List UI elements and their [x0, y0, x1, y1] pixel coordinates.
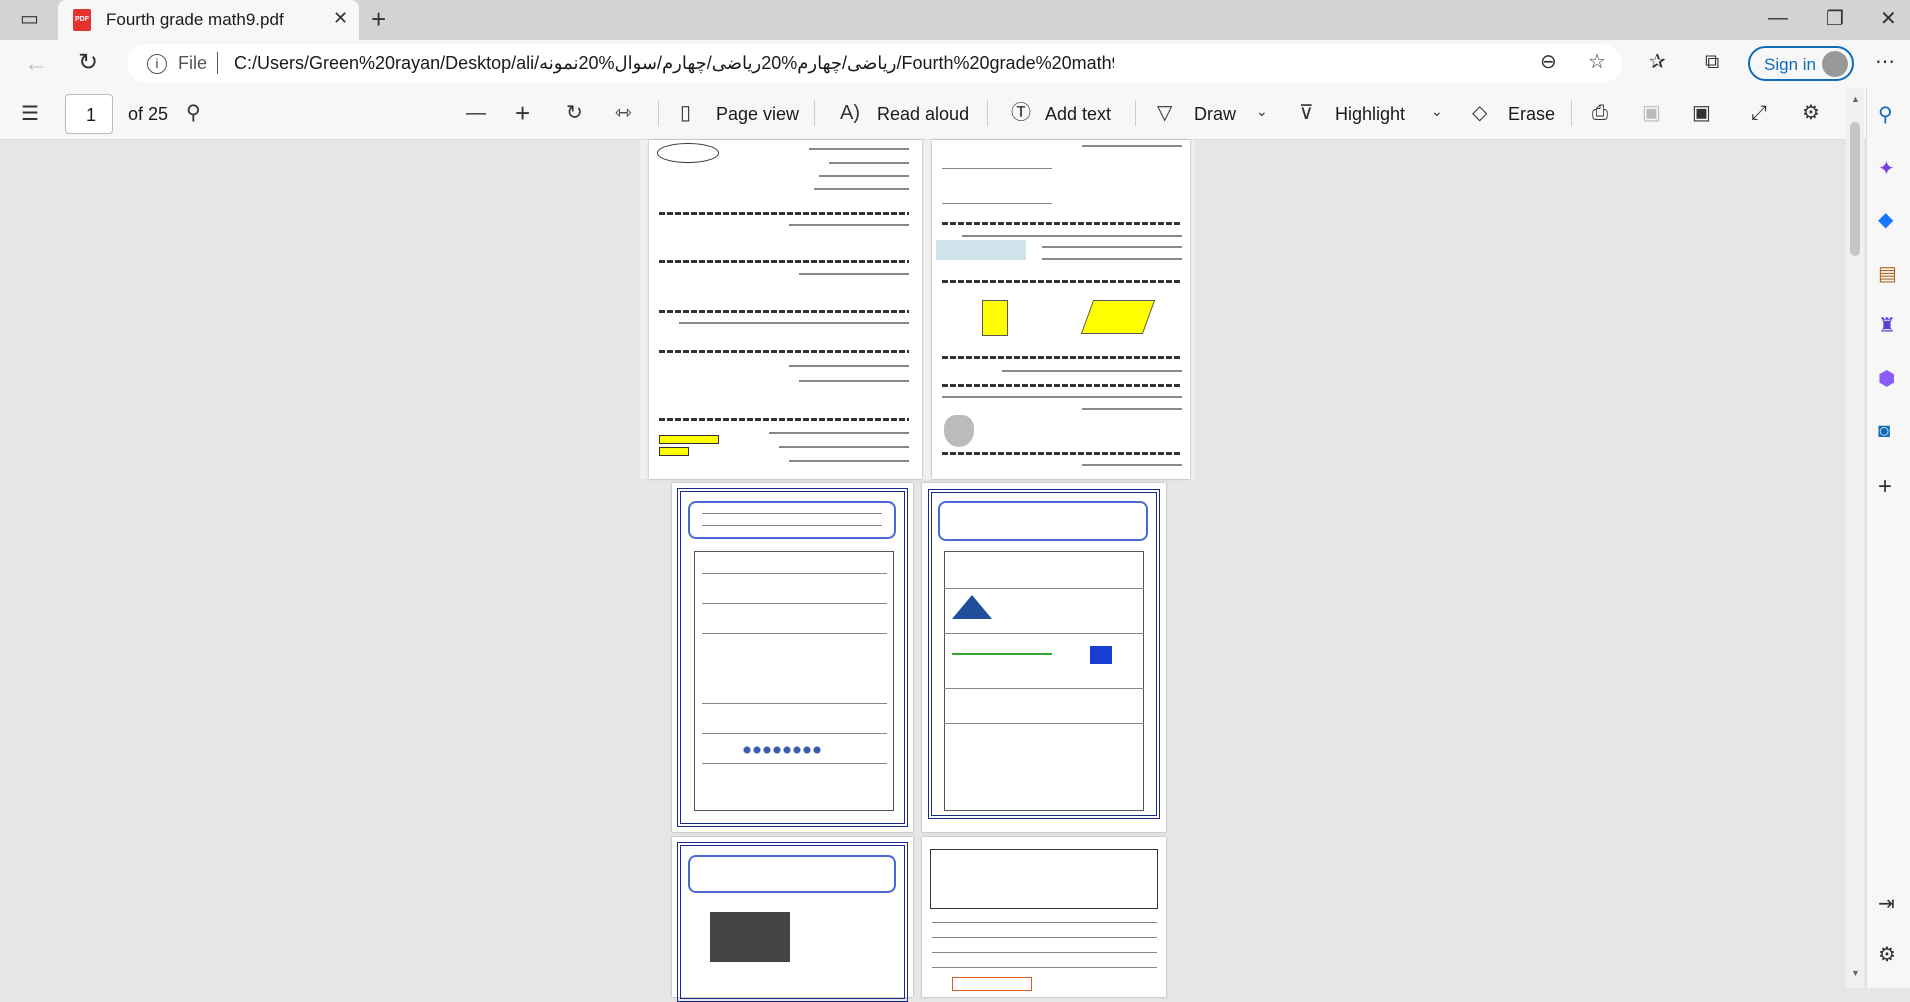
contents-icon[interactable]: ☰ [21, 104, 39, 124]
page-number-input[interactable]: 1 [65, 94, 113, 134]
scrollbar-thumb[interactable] [1850, 122, 1860, 256]
read-aloud-icon[interactable]: A) [840, 103, 860, 123]
page-count: of 25 [128, 104, 169, 124]
sidebar-settings-icon[interactable]: ⚙ [1878, 945, 1896, 965]
divider [217, 52, 218, 74]
yellow-bar [659, 435, 719, 444]
blue-grid [1090, 646, 1112, 664]
add-text-button[interactable]: Add text [1045, 104, 1111, 125]
ruler-image [936, 240, 1026, 260]
collections-icon[interactable]: ⧉ [1705, 52, 1719, 72]
bag-image [944, 415, 974, 447]
scrollbar[interactable]: ▲ ▼ [1846, 88, 1864, 988]
yellow-bar [659, 447, 689, 456]
fit-width-icon[interactable]: ⇿ [615, 103, 632, 123]
games-icon[interactable]: ♜ [1878, 316, 1896, 336]
shopping-icon[interactable]: ◆ [1878, 210, 1893, 230]
page-number: 1 [86, 105, 97, 125]
zoom-in-icon[interactable]: + [515, 100, 530, 126]
print-icon[interactable]: ⎙ [1592, 103, 1608, 123]
save-as-icon[interactable]: ▣ [1692, 103, 1711, 123]
scroll-up-icon[interactable]: ▲ [1851, 94, 1860, 104]
search-icon[interactable]: ⚲ [186, 103, 201, 123]
pdf-icon: PDF [73, 9, 91, 31]
highlight-button[interactable]: Highlight [1335, 104, 1405, 125]
more-icon[interactable]: ⋯ [1875, 52, 1895, 72]
pdf-page-3[interactable] [672, 483, 913, 832]
page-view-button[interactable]: Page view [716, 104, 799, 125]
pdf-page-2[interactable] [932, 140, 1190, 479]
number-oval [657, 143, 719, 163]
page-view-icon[interactable]: ▯ [680, 103, 691, 123]
read-aloud-button[interactable]: Read aloud [877, 104, 969, 125]
pdf-page-6[interactable] [922, 837, 1166, 997]
refresh-icon[interactable]: ↻ [78, 51, 98, 75]
file-label: File [178, 53, 208, 73]
copilot-icon[interactable]: ✦ [1878, 159, 1895, 179]
tab-title: Fourth grade math9.pdf [106, 10, 284, 29]
pdf-page-1[interactable] [649, 140, 922, 479]
zoom-out-icon[interactable]: — [466, 103, 486, 123]
draw-button[interactable]: Draw [1194, 104, 1236, 125]
divider [987, 100, 988, 126]
tools-icon[interactable]: ▤ [1878, 264, 1897, 284]
favorite-add-icon[interactable]: ☆ [1588, 52, 1606, 72]
close-window-icon[interactable]: ✕ [1880, 9, 1897, 29]
yellow-shape [982, 300, 1008, 336]
save-icon[interactable]: ▣ [1642, 103, 1661, 123]
settings-icon[interactable]: ⚙ [1802, 103, 1820, 123]
close-tab-icon[interactable]: ✕ [333, 9, 348, 27]
minimize-icon[interactable]: — [1768, 8, 1788, 28]
chevron-down-icon[interactable]: ⌄ [1431, 104, 1443, 118]
divider [658, 100, 659, 126]
avatar [1822, 51, 1848, 77]
add-text-icon[interactable]: Ⓣ [1011, 103, 1031, 123]
triangle [952, 595, 992, 619]
rotate-icon[interactable]: ↻ [566, 103, 583, 123]
outlook-icon[interactable]: ◙ [1878, 421, 1890, 441]
info-icon[interactable]: i [147, 54, 167, 74]
erase-button[interactable]: Erase [1508, 104, 1555, 125]
add-sidebar-icon[interactable]: + [1878, 475, 1892, 499]
circles [742, 745, 822, 755]
restore-icon[interactable]: ❐ [1826, 9, 1844, 29]
pdf-page-4[interactable] [922, 483, 1166, 832]
sign-in-button[interactable]: Sign in [1748, 46, 1854, 81]
chevron-down-icon[interactable]: ⌄ [1256, 104, 1268, 118]
gray-shape [710, 912, 790, 962]
search-sidebar-icon[interactable]: ⚲ [1878, 105, 1893, 125]
divider [1135, 100, 1136, 126]
new-tab-icon[interactable]: + [371, 6, 386, 32]
pdf-page-5[interactable] [672, 837, 913, 1002]
scroll-down-icon[interactable]: ▼ [1851, 968, 1860, 978]
divider [1571, 100, 1572, 126]
tab-actions-icon[interactable]: ▭ [20, 9, 39, 29]
back-icon[interactable]: ← [24, 52, 48, 76]
fullscreen-icon[interactable]: ⤢ [1751, 103, 1767, 123]
url-text[interactable]: C:/Users/Green%20rayan/Desktop/ali/ریاضی… [234, 53, 1114, 74]
hide-sidebar-icon[interactable]: ⇥ [1878, 894, 1895, 914]
draw-icon[interactable]: ▽ [1157, 103, 1172, 123]
microsoft365-icon[interactable]: ⬢ [1878, 369, 1895, 389]
favorites-icon[interactable]: ✰ [1649, 52, 1666, 72]
eraser-icon[interactable]: ◇ [1472, 103, 1487, 123]
yellow-parallelogram [1080, 300, 1156, 334]
sign-in-label: Sign in [1764, 55, 1816, 74]
highlight-icon[interactable]: ⊽ [1299, 103, 1314, 123]
divider [814, 100, 815, 126]
zoom-icon[interactable]: ⊖ [1540, 52, 1557, 72]
